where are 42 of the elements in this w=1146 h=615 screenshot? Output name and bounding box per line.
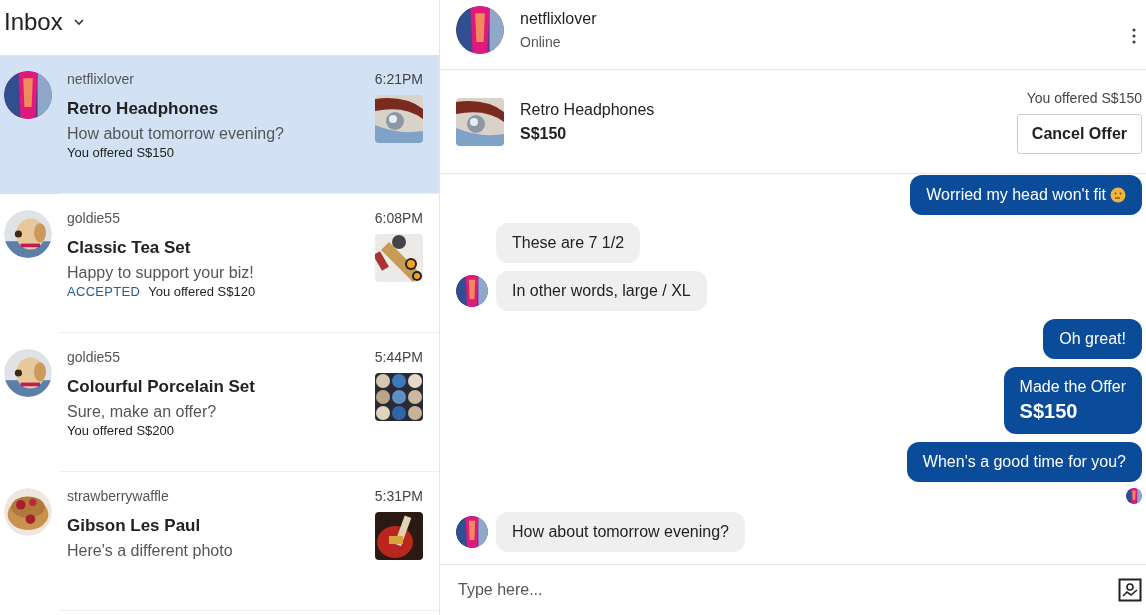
listing-title: Retro Headphones — [520, 100, 656, 119]
message-time: 5:44PM — [374, 349, 423, 365]
offer-note: You offered S$150 — [1026, 89, 1142, 106]
last-message: Happy to support your biz! — [67, 264, 254, 282]
offer-amount: S$150 — [1019, 400, 1078, 423]
message-bubble: These are 7 1/2 — [496, 223, 641, 263]
message-bubble: How about tomorrow evening? — [496, 512, 745, 552]
message-time: 5:31PM — [374, 488, 423, 504]
last-message: How about tomorrow evening? — [67, 125, 284, 143]
item-title: Retro Headphones — [67, 99, 220, 119]
cancel-offer-button[interactable]: Cancel Offer — [1016, 113, 1142, 154]
username: netflixlover — [67, 71, 134, 87]
last-message: Sure, make an offer? — [67, 403, 218, 421]
message-bubble: Oh great! — [1043, 319, 1142, 359]
username: goldie55 — [67, 349, 120, 365]
item-title: Colourful Porcelain Set — [67, 377, 255, 397]
inbox-dropdown[interactable]: Inbox — [0, 0, 89, 44]
status-label: ACCEPTED — [67, 284, 141, 299]
offer-text: You offered S$120 — [148, 284, 256, 299]
conversation-item[interactable]: strawberrywaffle 5:31PM Gibson Les Paul Here's a different photo — [0, 472, 439, 611]
conversation-item[interactable]: goldie55 6:08PM Classic Tea Set Happy to support your biz! ACCEPTED You offered S$120 — [0, 194, 439, 333]
message-bubble: In other words, large / XL — [496, 271, 707, 311]
username: goldie55 — [67, 210, 120, 226]
presence-status: Online — [520, 34, 562, 50]
image-upload-icon[interactable] — [1118, 578, 1142, 602]
chevron-down-icon — [72, 18, 85, 26]
more-options-icon[interactable] — [1132, 28, 1136, 44]
chat-username: netflixlover — [520, 10, 598, 28]
listing-price: S$150 — [520, 124, 568, 143]
username: strawberrywaffle — [67, 488, 169, 504]
conversation-item[interactable]: netflixlover 6:21PM Retro Headphones How about tomorrow evening? You offered S$150 — [0, 55, 439, 194]
message-bubble: When's a good time for you? — [906, 442, 1142, 482]
offer-text: You offered S$150 — [67, 145, 174, 160]
offer-label: Made the Offer — [1019, 378, 1126, 396]
conversation-item[interactable]: goldie55 5:44PM Colourful Porcelain Set Sure, make an offer? You offered S$200 — [0, 333, 439, 472]
offer-text: You offered S$200 — [67, 423, 174, 438]
message-bubble: Worried my head won't fit — [910, 175, 1142, 215]
item-title: Classic Tea Set — [67, 238, 192, 258]
message-time: 6:21PM — [374, 71, 423, 87]
message-time: 6:08PM — [374, 210, 423, 226]
last-message: Here's a different photo — [67, 542, 233, 560]
item-title: Gibson Les Paul — [67, 516, 202, 536]
